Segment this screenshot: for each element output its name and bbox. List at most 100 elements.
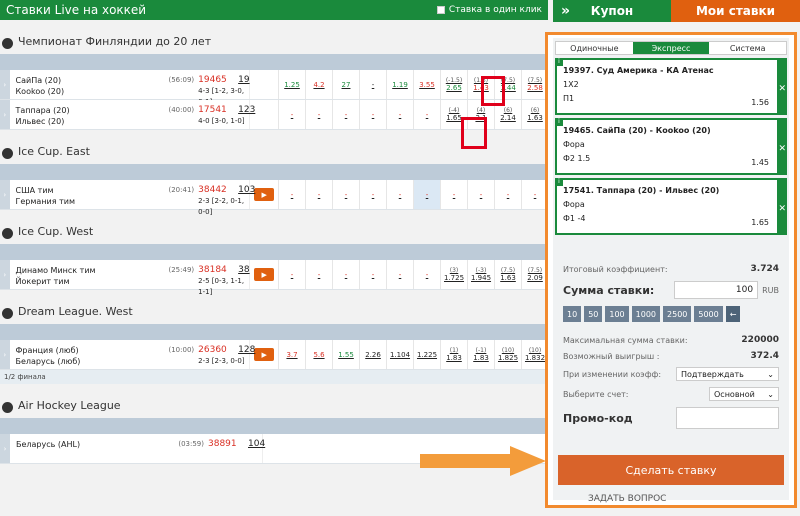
odds-value: 1.725 xyxy=(443,274,465,282)
odds-cell[interactable]: (6) 1.63 xyxy=(521,100,548,129)
stake-chip-button[interactable]: 2500 xyxy=(663,306,692,322)
odds-cell[interactable]: - xyxy=(413,100,440,129)
tab-single[interactable]: Одиночные xyxy=(556,42,633,54)
odds-cell[interactable]: 3.7 xyxy=(278,340,305,369)
odds-cell[interactable]: (10) 1.825 xyxy=(494,340,521,369)
odds-cell[interactable]: 3.55 xyxy=(413,70,440,99)
odds-cell[interactable]: (3) 1.725 xyxy=(440,260,467,289)
markets-count-link[interactable]: 103 xyxy=(238,185,255,196)
odds-cell[interactable]: - xyxy=(359,260,386,289)
match-teams[interactable]: США тим Германия тим xyxy=(10,180,153,209)
markets-count-link[interactable]: 104 xyxy=(248,439,265,450)
video-play-button[interactable]: ▶ xyxy=(254,348,275,361)
odds-cell[interactable]: - xyxy=(278,100,305,129)
stake-chip-button[interactable]: 1000 xyxy=(631,306,661,322)
make-bet-button[interactable]: Сделать ставку xyxy=(558,455,784,485)
odds-cell[interactable]: - xyxy=(278,180,305,209)
odds-cell[interactable]: (-3) 1.945 xyxy=(467,260,494,289)
stake-chip-button[interactable]: 5000 xyxy=(694,306,723,322)
remove-bet-icon[interactable]: ✕ xyxy=(778,142,786,156)
odds-cell[interactable]: - xyxy=(413,260,440,289)
odds-cell[interactable]: 1.225 xyxy=(413,340,440,369)
tab-system[interactable]: Система xyxy=(709,42,787,54)
odds-cell[interactable]: (7.5) 2.58 xyxy=(521,70,548,99)
odds-cell[interactable]: - xyxy=(305,100,332,129)
odds-cell[interactable]: (-1.5) 2.65 xyxy=(440,70,467,99)
stake-chip-button[interactable]: 50 xyxy=(584,306,603,322)
bet-slip-item: i 17541. Таппара (20) - Ильвес (20) Фора Ф1… xyxy=(555,178,787,235)
odds-cell[interactable]: - xyxy=(386,100,413,129)
odds-cell[interactable]: - xyxy=(386,260,413,289)
win-value: 372.4 xyxy=(750,351,779,361)
odds-cell[interactable]: - xyxy=(332,260,359,289)
checkbox-icon[interactable] xyxy=(436,6,445,14)
markets-count-link[interactable]: 123 xyxy=(238,105,255,116)
odds-cell[interactable]: - xyxy=(278,260,305,289)
expand-arrow-icon[interactable]: › xyxy=(0,260,10,289)
odds-cell[interactable]: - xyxy=(359,100,386,129)
odds-value: - xyxy=(398,110,402,119)
remove-bet-icon[interactable]: ✕ xyxy=(778,82,786,96)
match-teams[interactable]: Таппара (20) Ильвес (20) xyxy=(10,100,153,129)
odds-cell[interactable]: - xyxy=(359,180,386,209)
markets-count-link[interactable]: 38 xyxy=(238,265,249,276)
stake-input[interactable]: 100 xyxy=(674,281,759,299)
promo-input[interactable] xyxy=(676,407,779,429)
markets-count-link[interactable]: 19 xyxy=(238,75,249,86)
odds-cell[interactable]: - xyxy=(305,180,332,209)
odds-cell[interactable]: - xyxy=(305,260,332,289)
video-play-button[interactable]: ▶ xyxy=(254,268,275,281)
match-row[interactable]: › США тим Германия тим (20:41) 38442 2-3 [2-2… xyxy=(0,180,548,216)
match-teams[interactable]: Беларусь (AHL) xyxy=(10,434,160,463)
stake-chip-button[interactable]: 10 xyxy=(563,306,582,322)
odds-change-select[interactable]: Подтверждать ⌄ xyxy=(676,367,779,381)
match-teams[interactable]: Франция (люб) Беларусь (люб) xyxy=(10,340,153,369)
remove-bet-icon[interactable]: ✕ xyxy=(778,202,786,216)
double-chevron-icon[interactable]: » xyxy=(561,3,570,19)
odds-cell[interactable]: 1.104 xyxy=(386,340,413,369)
expand-arrow-icon[interactable]: › xyxy=(0,340,10,369)
odds-cell[interactable]: 27 xyxy=(332,70,359,99)
stake-chip-button[interactable]: 100 xyxy=(605,306,629,322)
odds-cell[interactable]: - xyxy=(359,70,386,99)
match-row[interactable]: › Динамо Минск тим Йокерит тим (25:49) 38184… xyxy=(0,260,548,296)
match-teams[interactable]: Динамо Минск тим Йокерит тим xyxy=(10,260,153,289)
tab-my-bets[interactable]: Мои ставки xyxy=(671,0,800,22)
odds-cell[interactable]: - xyxy=(413,180,441,209)
odds-cell[interactable]: 5.6 xyxy=(305,340,332,369)
odds-cell[interactable]: - xyxy=(494,180,521,209)
match-teams[interactable]: СайПа (20) Кookoo (20) xyxy=(10,70,153,99)
odds-cell[interactable]: (10) 1.832 xyxy=(521,340,548,369)
odds-cell[interactable]: - xyxy=(332,180,359,209)
tab-coupon[interactable]: » Купон xyxy=(553,0,671,22)
handicap-label: (10) xyxy=(501,347,515,354)
match-row[interactable]: › Франция (люб) Беларусь (люб) (10:00) 26360… xyxy=(0,340,548,370)
stake-chip-button[interactable]: ← xyxy=(725,306,741,322)
odds-cell[interactable]: 1.25 xyxy=(278,70,305,99)
odds-cell[interactable]: (7.5) 2.09 xyxy=(521,260,548,289)
odds-cell[interactable]: (-1) 1.83 xyxy=(467,340,494,369)
expand-arrow-icon[interactable]: › xyxy=(0,100,10,129)
ask-question-link[interactable]: ЗАДАТЬ ВОПРОС xyxy=(588,494,666,504)
odds-cell[interactable]: 2.26 xyxy=(359,340,386,369)
odds-cell[interactable]: 4.2 xyxy=(305,70,332,99)
odds-cell[interactable]: - xyxy=(521,180,548,209)
expand-arrow-icon[interactable]: › xyxy=(0,180,10,209)
odds-cell[interactable]: (7.5) 1.63 xyxy=(494,260,521,289)
odds-cell[interactable]: - xyxy=(440,180,467,209)
markets-count-link[interactable]: 128 xyxy=(238,345,255,356)
odds-cell[interactable]: 1.55 xyxy=(332,340,359,369)
odds-cell[interactable]: - xyxy=(467,180,494,209)
odds-cell[interactable]: - xyxy=(386,180,413,209)
video-play-button[interactable]: ▶ xyxy=(254,188,275,201)
account-select[interactable]: Основной ⌄ xyxy=(709,387,779,401)
odds-cell[interactable]: (1) 1.83 xyxy=(440,340,467,369)
match-row[interactable]: › СайПа (20) Кookoo (20) (56:09) 19465 4-3 [1… xyxy=(0,70,548,106)
tab-express[interactable]: Экспресс xyxy=(632,42,710,54)
odds-cell[interactable]: - xyxy=(332,100,359,129)
expand-arrow-icon[interactable]: › xyxy=(0,434,10,463)
expand-arrow-icon[interactable]: › xyxy=(0,70,10,99)
odds-value: 1.19 xyxy=(392,80,408,89)
one-click-toggle[interactable]: Ставка в один клик xyxy=(436,5,542,15)
odds-cell[interactable]: 1.19 xyxy=(386,70,413,99)
